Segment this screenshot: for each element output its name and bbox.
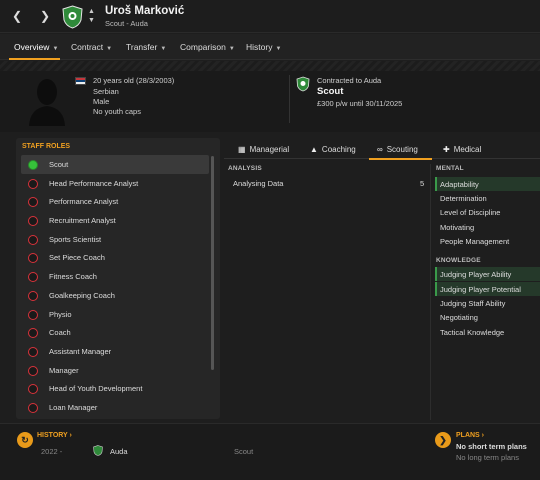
serbia-flag-icon [75, 77, 86, 85]
briefcase-icon: ▦ [238, 145, 246, 154]
player-name: Uroš Marković [105, 5, 185, 17]
role-status-icon [28, 365, 38, 376]
forward-arrow-icon[interactable]: ❯ [38, 9, 52, 23]
cones-icon: ▲ [310, 145, 318, 154]
role-status-icon [28, 253, 38, 264]
history-role: Scout [234, 447, 254, 456]
list-item[interactable]: Set Piece Coach [21, 248, 209, 267]
history-heading[interactable]: HISTORY › [37, 432, 72, 439]
active-tab-indicator [9, 58, 60, 60]
chevron-down-icon: ▼ [106, 46, 113, 52]
tab-contract[interactable]: Contract ▼ [71, 42, 112, 52]
back-arrow-icon[interactable]: ❮ [10, 9, 24, 23]
active-tab-indicator [369, 158, 432, 160]
chevron-down-icon: ▼ [275, 46, 282, 52]
analysis-heading: ANALYSIS [228, 165, 262, 172]
attribute-discipline[interactable]: Level of Discipline [435, 205, 540, 219]
attribute-adaptability[interactable]: Adaptability [435, 177, 540, 191]
list-item[interactable]: Head of Youth Development [21, 379, 209, 398]
staff-roles-list[interactable]: Scout Head Performance Analyst Performan… [21, 155, 209, 417]
contract-label: Contracted to Auda [317, 76, 382, 85]
player-caps: No youth caps [93, 107, 141, 116]
knowledge-heading: KNOWLEDGE [436, 257, 481, 264]
club-crest-icon [93, 445, 103, 456]
plans-heading[interactable]: PLANS › [456, 432, 484, 439]
player-subtitle[interactable]: Scout - Auda [105, 19, 148, 28]
attribute-negotiating[interactable]: Negotiating [435, 310, 540, 324]
attribute-motivating[interactable]: Motivating [435, 220, 540, 234]
list-item[interactable]: Head Performance Analyst [21, 174, 209, 193]
role-status-icon [28, 178, 38, 189]
plans-long-term: No long term plans [456, 453, 519, 462]
history-club[interactable]: Auda [110, 447, 128, 456]
role-status-icon [28, 309, 38, 320]
column-divider [430, 164, 431, 420]
club-crest-icon[interactable] [62, 5, 83, 29]
staff-roles-title: STAFF ROLES [22, 143, 71, 150]
role-status-icon [28, 290, 38, 301]
role-status-icon [28, 216, 38, 227]
attribute-value: 5 [420, 179, 425, 188]
role-status-icon [28, 328, 38, 339]
player-nationality: Serbian [93, 87, 119, 96]
mental-heading: MENTAL [436, 165, 464, 172]
list-item[interactable]: Coach [21, 323, 209, 342]
role-status-icon [28, 384, 38, 395]
history-year: 2022 - [41, 447, 63, 456]
chevron-down-icon: ▼ [228, 46, 235, 52]
tab-comparison[interactable]: Comparison ▼ [180, 42, 235, 52]
header-divider [0, 61, 540, 71]
tab-coaching[interactable]: ▲ Coaching [310, 145, 356, 154]
attribute-judging-staff-ability[interactable]: Judging Staff Ability [435, 296, 540, 310]
attribute-judging-player-potential[interactable]: Judging Player Potential [435, 282, 540, 296]
attribute-judging-player-ability[interactable]: Judging Player Ability [435, 267, 540, 281]
club-crest-icon[interactable] [296, 76, 310, 92]
tab-managerial[interactable]: ▦ Managerial [238, 145, 289, 154]
tab-transfer[interactable]: Transfer ▼ [126, 42, 166, 52]
list-item[interactable]: Manager [21, 361, 209, 380]
binoculars-icon: ∞ [377, 145, 383, 154]
medical-cross-icon: ✚ [443, 145, 450, 154]
contract-terms: £300 p/w until 30/11/2025 [317, 99, 403, 108]
chevron-down-icon: ▼ [160, 46, 167, 52]
role-status-icon [28, 402, 38, 413]
profile-divider [289, 75, 290, 123]
roles-scrollbar[interactable] [211, 156, 214, 370]
attribute-tabs: ▦ Managerial ▲ Coaching ∞ Scouting ✚ Medical [224, 139, 540, 159]
list-item[interactable]: Goalkeeping Coach [21, 286, 209, 305]
role-status-icon [28, 197, 38, 208]
list-item[interactable]: Performance Analyst [21, 192, 209, 211]
list-item[interactable]: Loan Manager [21, 398, 209, 417]
list-item[interactable]: Recruitment Analyst [21, 211, 209, 230]
plans-short-term: No short term plans [456, 442, 527, 451]
role-status-icon [28, 160, 38, 170]
history-clock-icon: ↻ [17, 432, 33, 448]
attribute-determination[interactable]: Determination [435, 191, 540, 205]
list-item[interactable]: Sports Scientist [21, 230, 209, 249]
plans-arrow-icon: ❯ [435, 432, 451, 448]
player-switch-icon[interactable]: ▲ ▼ [87, 7, 96, 27]
title-bar: ❮ ❯ ▲ ▼ Uroš Marković Scout - Auda [0, 0, 540, 33]
role-status-icon [28, 272, 38, 283]
list-item[interactable]: Scout [21, 155, 209, 174]
player-age: 20 years old (28/3/2003) [93, 76, 175, 85]
tab-bar: Overview ▼ Contract ▼ Transfer ▼ Comparison… [0, 34, 540, 60]
player-gender: Male [93, 97, 110, 106]
person-silhouette-icon [29, 79, 65, 126]
contract-role: Scout [317, 86, 344, 97]
list-item[interactable]: Fitness Coach [21, 267, 209, 286]
list-item[interactable]: Assistant Manager [21, 342, 209, 361]
chevron-down-icon: ▼ [52, 46, 59, 52]
list-item[interactable]: Physio [21, 305, 209, 324]
role-status-icon [28, 346, 38, 357]
tab-overview[interactable]: Overview ▼ [14, 42, 58, 52]
tab-medical[interactable]: ✚ Medical [443, 145, 481, 154]
role-status-icon [28, 234, 38, 245]
tab-scouting[interactable]: ∞ Scouting [377, 145, 418, 154]
attribute-tactical-knowledge[interactable]: Tactical Knowledge [435, 325, 540, 339]
attribute-people-management[interactable]: People Management [435, 234, 540, 248]
attribute-name[interactable]: Analysing Data [233, 179, 283, 188]
tab-history[interactable]: History ▼ [246, 42, 281, 52]
